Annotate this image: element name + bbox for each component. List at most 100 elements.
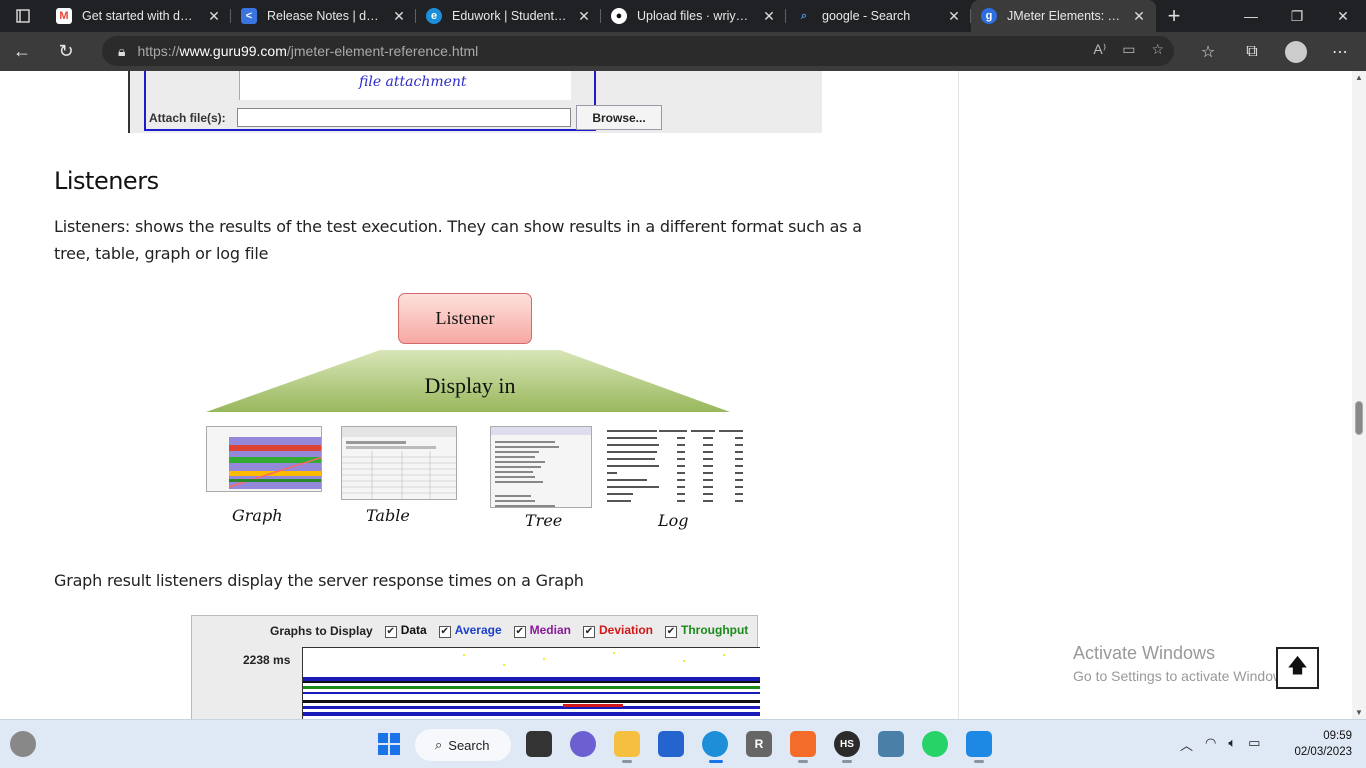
option-label: Median bbox=[529, 623, 571, 637]
add-favorite-icon[interactable]: ☆ bbox=[1151, 41, 1164, 58]
tab-google-search[interactable]: ⌕ google - Search ✕ bbox=[786, 0, 971, 32]
checkbox-icon: ✔ bbox=[513, 626, 526, 638]
tab-eduwork[interactable]: e Eduwork | Student Dashboard ✕ bbox=[416, 0, 601, 32]
edge-icon: e bbox=[426, 8, 442, 24]
tab-release-notes[interactable]: < Release Notes | dbdiagram ✕ bbox=[231, 0, 416, 32]
taskbar-search[interactable]: ⌕ Search bbox=[415, 729, 511, 761]
battery-icon[interactable]: ▭ bbox=[1248, 735, 1260, 754]
weather-icon[interactable] bbox=[10, 731, 36, 757]
log-thumbnail bbox=[605, 426, 745, 510]
task-view-icon[interactable] bbox=[526, 731, 552, 757]
tab-actions-button[interactable] bbox=[0, 0, 46, 32]
wifi-icon[interactable]: ◠ bbox=[1205, 735, 1216, 754]
close-window-button[interactable]: ✕ bbox=[1320, 0, 1366, 32]
close-icon[interactable]: ✕ bbox=[947, 8, 961, 25]
graph-paragraph: Graph result listeners display the serve… bbox=[54, 571, 584, 590]
option-median: ✔ Median bbox=[513, 623, 571, 638]
volume-icon[interactable]: 🔈︎ bbox=[1228, 735, 1236, 754]
minimize-button[interactable]: — bbox=[1228, 0, 1274, 32]
chevron-up-icon[interactable]: ︿ bbox=[1180, 735, 1193, 754]
windows-logo-icon bbox=[378, 733, 400, 755]
display-in-label: Display in bbox=[424, 373, 516, 398]
tab-title: JMeter Elements: Thread bbox=[1007, 9, 1124, 23]
graph-thumbnail-image bbox=[228, 437, 321, 489]
page-content: file attachment Attach file(s): Browse..… bbox=[0, 71, 1352, 719]
file-explorer-icon[interactable] bbox=[614, 731, 640, 757]
activate-title: Activate Windows bbox=[1073, 643, 1216, 663]
edge-taskbar-icon[interactable] bbox=[702, 731, 728, 757]
remote-desktop-icon[interactable] bbox=[878, 731, 904, 757]
handwritten-note: file attachment bbox=[359, 74, 467, 90]
heidisql-icon[interactable]: HS bbox=[834, 731, 860, 757]
address-bar[interactable]: 🔒︎ https://www.guru99.com/jmeter-element… bbox=[102, 36, 1174, 66]
checkbox-icon: ✔ bbox=[384, 626, 397, 638]
table-thumbnail bbox=[341, 426, 457, 500]
back-button[interactable]: ← bbox=[0, 32, 44, 71]
tree-thumbnail bbox=[490, 426, 592, 508]
more-options-icon[interactable]: ⋯ bbox=[1318, 42, 1362, 62]
tab-title: Eduwork | Student Dashboard bbox=[452, 9, 569, 23]
scrollbar-thumb[interactable] bbox=[1355, 401, 1363, 435]
graph-results-screenshot: Graphs to Display ✔ Data ✔ Average ✔ Median… bbox=[191, 615, 760, 719]
tab-title: Upload files · wriyant/l bbox=[637, 9, 754, 23]
microsoft-store-icon[interactable] bbox=[658, 731, 684, 757]
option-data: ✔ Data bbox=[384, 623, 427, 638]
checkbox-icon: ✔ bbox=[582, 626, 595, 638]
r-app-icon[interactable]: R bbox=[746, 731, 772, 757]
back-arrow-icon: ← bbox=[13, 41, 31, 61]
close-icon[interactable]: ✕ bbox=[207, 8, 221, 25]
scroll-down-icon[interactable]: ▼ bbox=[1355, 708, 1363, 717]
intro-paragraph: Listeners: shows the results of the test… bbox=[54, 217, 862, 263]
navigation-bar: ← ↻ 🔒︎ https://www.guru99.com/jmeter-ele… bbox=[0, 32, 1366, 71]
restore-button[interactable]: ❐ bbox=[1274, 0, 1320, 32]
collections-icon[interactable]: ⧉ bbox=[1230, 43, 1274, 61]
favorites-icon[interactable]: ☆ bbox=[1186, 42, 1230, 62]
close-icon[interactable]: ✕ bbox=[392, 8, 406, 25]
lock-icon: 🔒︎ bbox=[118, 42, 126, 59]
close-icon[interactable]: ✕ bbox=[577, 8, 591, 25]
scroll-to-top-button[interactable]: 🡅 bbox=[1276, 647, 1319, 689]
graph-thumbnail bbox=[206, 426, 322, 492]
notepad-icon[interactable] bbox=[966, 731, 992, 757]
option-average: ✔ Average bbox=[438, 623, 502, 638]
option-label: Deviation bbox=[598, 623, 653, 637]
whatsapp-icon[interactable] bbox=[922, 731, 948, 757]
active-indicator bbox=[709, 760, 723, 763]
option-label: Throughput bbox=[681, 623, 749, 637]
option-label: Data bbox=[400, 623, 427, 637]
option-deviation: ✔ Deviation bbox=[582, 623, 653, 638]
listener-box: Listener bbox=[398, 293, 532, 344]
sidebar-divider bbox=[958, 71, 959, 719]
teams-chat-icon[interactable] bbox=[570, 731, 596, 757]
refresh-icon: ↻ bbox=[58, 41, 74, 61]
attach-label: Attach file(s): bbox=[149, 111, 226, 125]
new-tab-button[interactable]: + bbox=[1156, 3, 1192, 29]
running-indicator bbox=[622, 760, 632, 763]
url-domain: www.guru99.com bbox=[179, 43, 287, 59]
guru99-icon: g bbox=[981, 8, 997, 24]
tab-bar: M Get started with dbdiagram ✕ < Release… bbox=[0, 0, 1366, 32]
option-throughput: ✔ Throughput bbox=[665, 623, 748, 638]
xampp-icon[interactable] bbox=[790, 731, 816, 757]
read-aloud-icon[interactable]: A⁾ bbox=[1093, 41, 1106, 58]
tab-gmail[interactable]: M Get started with dbdiagram ✕ bbox=[46, 0, 231, 32]
page-scrollbar[interactable]: ▲ ▼ bbox=[1352, 71, 1366, 719]
taskbar: ⌕ Search R HS ︿ ◠ 🔈︎ ▭ 09:59 02/03/2023 bbox=[0, 719, 1366, 768]
tab-title: google - Search bbox=[822, 9, 911, 23]
gmail-icon: M bbox=[56, 8, 72, 24]
close-icon[interactable]: ✕ bbox=[1132, 8, 1146, 25]
scroll-up-icon[interactable]: ▲ bbox=[1355, 73, 1363, 82]
refresh-button[interactable]: ↻ bbox=[44, 32, 88, 71]
close-icon[interactable]: ✕ bbox=[762, 8, 776, 25]
graph-label: Graph bbox=[232, 506, 283, 525]
tree-thumbnail-image bbox=[491, 427, 591, 507]
search-icon: ⌕ bbox=[435, 737, 443, 752]
listener-diagram: Listener Display in Graph Table Tree Log bbox=[200, 293, 760, 543]
clock[interactable]: 09:59 02/03/2023 bbox=[1294, 728, 1352, 760]
tab-github[interactable]: ● Upload files · wriyant/l ✕ bbox=[601, 0, 786, 32]
checkbox-icon: ✔ bbox=[665, 626, 677, 638]
immersive-reader-icon[interactable]: ▭ bbox=[1122, 41, 1135, 58]
start-button[interactable] bbox=[376, 731, 402, 757]
tab-jmeter[interactable]: g JMeter Elements: Thread ✕ bbox=[971, 0, 1156, 32]
profile-avatar[interactable] bbox=[1285, 40, 1307, 63]
